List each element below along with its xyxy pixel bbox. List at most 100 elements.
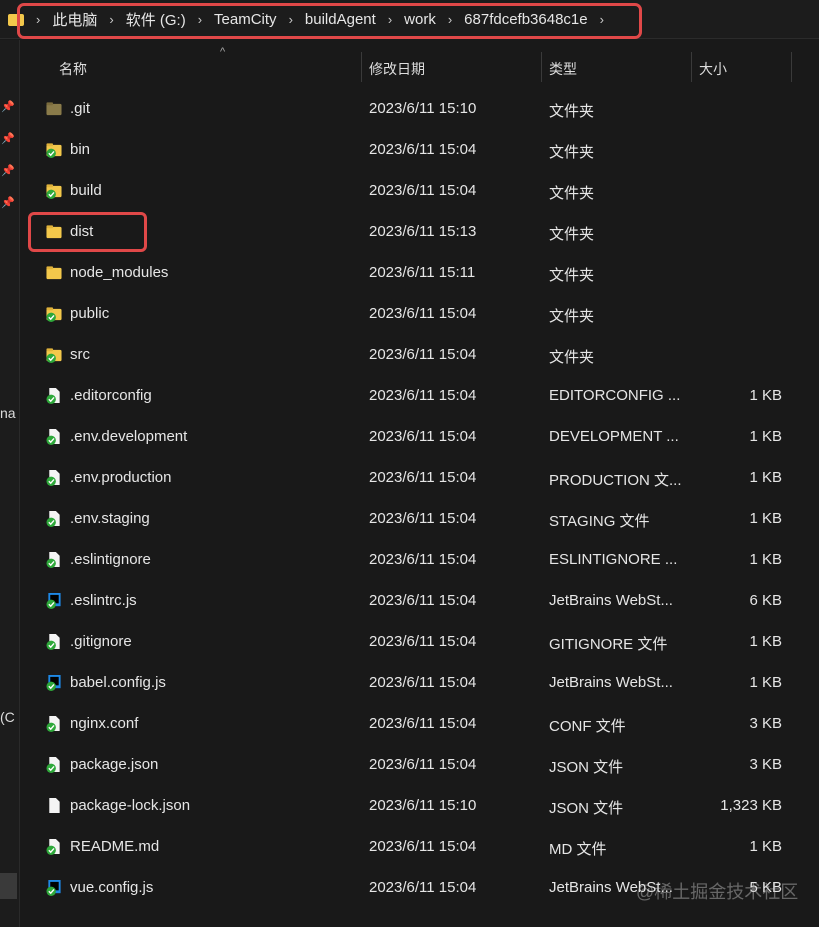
file-name[interactable]: bin [70,141,90,158]
file-date: 2023/6/11 15:04 [369,387,477,404]
file-row[interactable]: src 2023/6/11 15:04 文件夹 [20,335,819,376]
sort-up-icon: ^ [220,46,226,58]
file-row[interactable]: README.md 2023/6/11 15:04 MD 文件 1 KB [20,827,819,868]
file-icon [46,552,60,568]
file-type: JetBrains WebSt... [549,592,673,609]
webstorm-file-icon [46,675,61,691]
file-name[interactable]: .editorconfig [70,387,152,404]
file-name[interactable]: vue.config.js [70,879,153,896]
file-type: JSON 文件 [549,800,624,817]
file-row[interactable]: bin 2023/6/11 15:04 文件夹 [20,130,819,171]
file-icon [46,839,60,855]
file-name[interactable]: README.md [70,838,159,855]
file-date: 2023/6/11 15:04 [369,346,477,363]
file-name[interactable]: .gitignore [70,633,132,650]
file-size: 6 KB [749,592,782,609]
column-type[interactable]: 类型 [549,59,577,79]
webstorm-file-icon [46,593,61,609]
address-highlight [17,3,642,39]
file-date: 2023/6/11 15:04 [369,633,477,650]
file-row[interactable]: .env.development 2023/6/11 15:04 DEVELOP… [20,417,819,458]
file-type: 文件夹 [549,103,595,120]
file-type: EDITORCONFIG ... [549,387,681,404]
file-size: 1 KB [749,551,782,568]
file-name[interactable]: .eslintrc.js [70,592,137,609]
folder-icon [46,348,62,363]
file-date: 2023/6/11 15:04 [369,141,477,158]
file-row[interactable]: .git 2023/6/11 15:10 文件夹 [20,89,819,130]
column-divider[interactable] [691,52,692,82]
file-icon [46,429,60,445]
file-row[interactable]: .env.production 2023/6/11 15:04 PRODUCTI… [20,458,819,499]
nav-item-partial[interactable]: na [0,405,16,421]
file-name[interactable]: .env.staging [70,510,150,527]
file-type: PRODUCTION 文... [549,472,682,489]
dist-highlight [28,212,147,252]
file-name[interactable]: package-lock.json [70,797,190,814]
file-name[interactable]: babel.config.js [70,674,166,691]
file-date: 2023/6/11 15:04 [369,551,477,568]
file-icon [46,511,60,527]
file-row[interactable]: build 2023/6/11 15:04 文件夹 [20,171,819,212]
file-name[interactable]: .env.production [70,469,171,486]
address-bar[interactable]: › 此电脑 › 软件 (G:) › TeamCity › buildAgent … [0,0,819,39]
file-size: 1 KB [749,633,782,650]
file-type: JSON 文件 [549,759,624,776]
pin-icon[interactable]: 📌 [1,164,15,177]
file-icon [46,388,60,404]
file-date: 2023/6/11 15:04 [369,592,477,609]
file-row[interactable]: .eslintignore 2023/6/11 15:04 ESLINTIGNO… [20,540,819,581]
pin-icon[interactable]: 📌 [1,100,15,113]
file-size: 1 KB [749,510,782,527]
file-date: 2023/6/11 15:04 [369,715,477,732]
column-divider[interactable] [541,52,542,82]
file-type: JetBrains WebSt... [549,674,673,691]
file-type: 文件夹 [549,185,595,202]
pin-icon[interactable]: 📌 [1,132,15,145]
file-row[interactable]: .eslintrc.js 2023/6/11 15:04 JetBrains W… [20,581,819,622]
watermark: @稀土掘金技术社区 [636,882,799,902]
file-name[interactable]: src [70,346,90,363]
column-size[interactable]: 大小 [699,59,727,79]
file-name[interactable]: package.json [70,756,158,773]
file-type: 文件夹 [549,308,595,325]
file-size: 1 KB [749,387,782,404]
folder-icon [46,266,62,280]
file-row[interactable]: .gitignore 2023/6/11 15:04 GITIGNORE 文件 … [20,622,819,663]
file-name[interactable]: .git [70,100,90,117]
file-name[interactable]: nginx.conf [70,715,138,732]
file-date: 2023/6/11 15:04 [369,510,477,527]
file-size: 1 KB [749,674,782,691]
file-name[interactable]: public [70,305,109,322]
file-type: ESLINTIGNORE ... [549,551,678,568]
file-type: CONF 文件 [549,718,626,735]
file-name[interactable]: node_modules [70,264,168,281]
column-date[interactable]: 修改日期 [369,59,425,79]
file-icon [46,716,60,732]
file-row[interactable]: nginx.conf 2023/6/11 15:04 CONF 文件 3 KB [20,704,819,745]
file-type: 文件夹 [549,226,595,243]
folder-icon [46,143,62,158]
file-name[interactable]: .env.development [70,428,187,445]
column-name[interactable]: 名称 [59,59,87,79]
file-row[interactable]: package-lock.json 2023/6/11 15:10 JSON 文… [20,786,819,827]
file-row[interactable]: .env.staging 2023/6/11 15:04 STAGING 文件 … [20,499,819,540]
file-date: 2023/6/11 15:04 [369,305,477,322]
pin-icon[interactable]: 📌 [1,196,15,209]
webstorm-file-icon [46,880,61,896]
file-type: DEVELOPMENT ... [549,428,679,445]
file-row[interactable]: .editorconfig 2023/6/11 15:04 EDITORCONF… [20,376,819,417]
column-divider[interactable] [791,52,792,82]
file-row[interactable]: node_modules 2023/6/11 15:11 文件夹 [20,253,819,294]
file-name[interactable]: .eslintignore [70,551,151,568]
file-date: 2023/6/11 15:10 [369,797,477,814]
file-date: 2023/6/11 15:10 [369,100,477,117]
column-divider[interactable] [361,52,362,82]
nav-selected-item[interactable] [0,873,17,899]
file-row[interactable]: package.json 2023/6/11 15:04 JSON 文件 3 K… [20,745,819,786]
file-name[interactable]: build [70,182,102,199]
file-row[interactable]: public 2023/6/11 15:04 文件夹 [20,294,819,335]
nav-item-partial[interactable]: (C [0,709,15,725]
file-type: 文件夹 [549,267,595,284]
file-row[interactable]: babel.config.js 2023/6/11 15:04 JetBrain… [20,663,819,704]
